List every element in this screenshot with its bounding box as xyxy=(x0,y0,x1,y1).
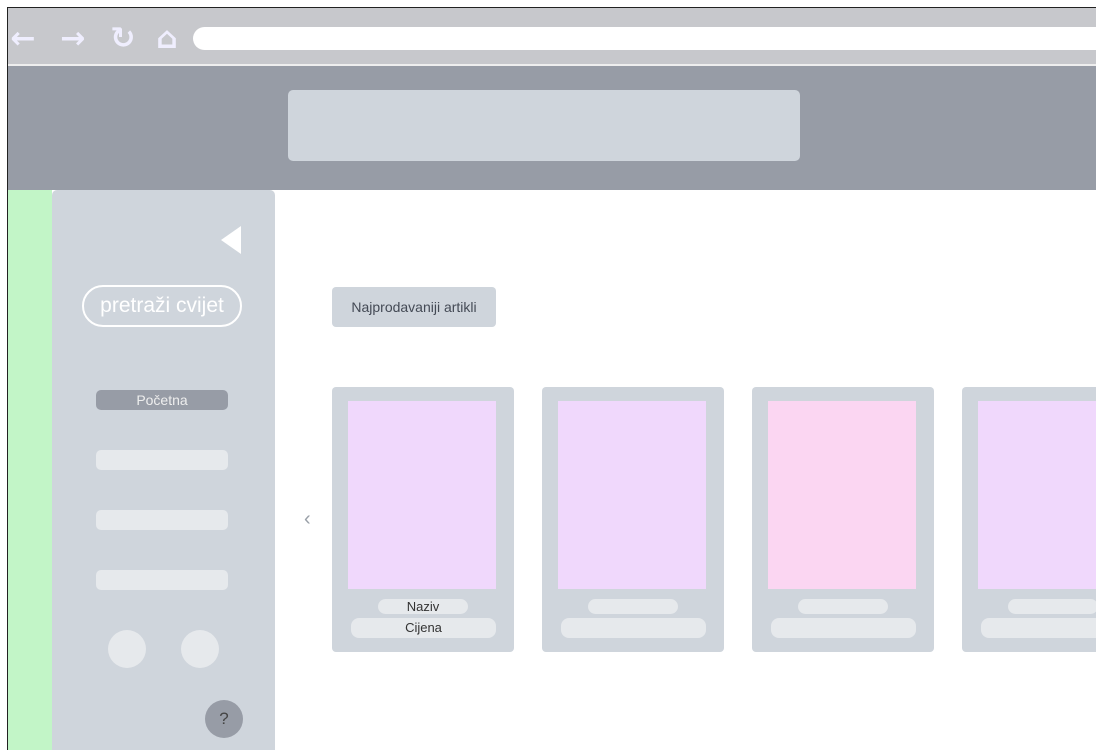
home-icon[interactable]: ⌂ xyxy=(152,24,182,54)
back-arrow-icon[interactable]: ← xyxy=(8,24,38,54)
product-price xyxy=(561,618,706,638)
product-image xyxy=(558,401,706,589)
product-name xyxy=(798,599,888,614)
circle-button-left[interactable] xyxy=(108,630,146,668)
search-flower-button[interactable]: pretraži cvijet xyxy=(82,285,242,327)
product-price: Cijena xyxy=(351,618,496,638)
product-name xyxy=(1008,599,1096,614)
product-card[interactable] xyxy=(752,387,934,652)
product-card[interactable] xyxy=(962,387,1096,652)
sidebar-item-2[interactable] xyxy=(96,450,228,470)
side-accent-strip xyxy=(8,190,52,750)
url-bar[interactable] xyxy=(193,27,1096,50)
header-banner xyxy=(288,90,800,161)
reload-icon[interactable]: ↻ xyxy=(108,24,138,54)
product-image xyxy=(348,401,496,589)
collapse-sidebar-icon[interactable] xyxy=(221,226,241,254)
sidebar-item-4[interactable] xyxy=(96,570,228,590)
browser-window: ← → ↻ ⌂ pretraži cvijet Početna ? Najpro… xyxy=(7,7,1096,750)
product-card[interactable]: Naziv Cijena xyxy=(332,387,514,652)
sidebar: pretraži cvijet Početna ? xyxy=(52,190,275,750)
product-price xyxy=(771,618,916,638)
circle-button-right[interactable] xyxy=(181,630,219,668)
page-header xyxy=(8,66,1096,190)
carousel-prev-icon[interactable]: ‹ xyxy=(304,506,314,532)
help-button[interactable]: ? xyxy=(205,700,243,738)
product-image xyxy=(978,401,1096,589)
forward-arrow-icon[interactable]: → xyxy=(58,24,88,54)
product-card[interactable] xyxy=(542,387,724,652)
sidebar-item-home[interactable]: Početna xyxy=(96,390,228,410)
product-price xyxy=(981,618,1096,638)
section-title: Najprodavaniji artikli xyxy=(332,287,496,327)
browser-toolbar: ← → ↻ ⌂ xyxy=(8,8,1096,64)
sidebar-item-3[interactable] xyxy=(96,510,228,530)
product-name xyxy=(588,599,678,614)
product-image xyxy=(768,401,916,589)
product-name: Naziv xyxy=(378,599,468,614)
